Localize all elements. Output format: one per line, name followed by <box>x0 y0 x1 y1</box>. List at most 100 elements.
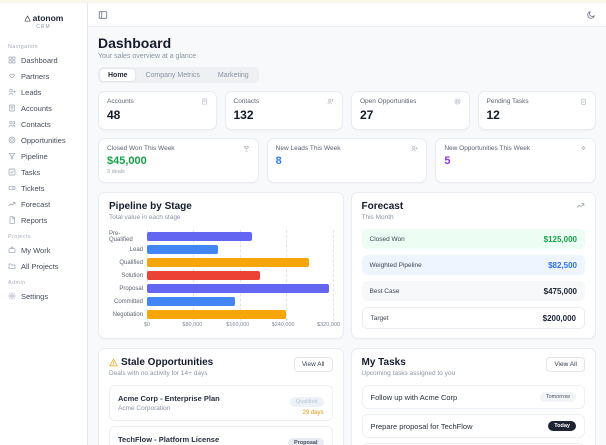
chart-subtitle: Total value in each stage <box>109 214 181 221</box>
y-tick: Lead <box>129 246 143 253</box>
target-icon <box>8 136 16 144</box>
sidebar-item-settings[interactable]: Settings <box>0 288 87 304</box>
sidebar-item-leads[interactable]: Leads <box>0 84 87 100</box>
tasks-list: Follow up with Acme Corp Tomorrow Prepar… <box>361 385 585 445</box>
sidebar-item-my-work[interactable]: My Work <box>0 242 87 258</box>
y-tick: Committed <box>113 298 143 305</box>
nav-section-projects: Projects <box>8 234 32 240</box>
stat-value: 48 <box>107 108 121 122</box>
users-icon <box>327 98 334 105</box>
stat-value: $45,000 <box>107 155 147 167</box>
nav-section-navigation: Navigation <box>8 44 38 50</box>
y-tick: Pre-Qualified <box>109 230 133 243</box>
forecast-label: Best Case <box>369 287 400 295</box>
y-tick: Proposal <box>119 285 143 292</box>
sidebar-item-label: Contacts <box>21 119 51 129</box>
sidebar-item-forecast[interactable]: Forecast <box>0 196 87 212</box>
main-area: Dashboard Your sales overview at a glanc… <box>88 3 606 445</box>
theme-toggle-moon-icon[interactable] <box>586 10 596 20</box>
building-icon <box>9 104 15 112</box>
stat-card-new-leads-week[interactable]: New Leads This Week 8 <box>266 138 428 183</box>
sidebar-item-label: All Projects <box>21 261 59 271</box>
sidebar-item-contacts[interactable]: Contacts <box>0 116 87 132</box>
days-stale: 29 days <box>302 410 324 416</box>
forecast-label: Closed Won <box>369 235 405 243</box>
y-tick: Qualified <box>119 259 143 266</box>
trophy-icon <box>243 145 249 152</box>
bar-proposal <box>147 284 329 293</box>
stale-list: Acme Corp - Enterprise Plan Acme Corpora… <box>109 385 333 445</box>
clipboard-icon <box>581 98 586 105</box>
forecast-value: $82,500 <box>548 260 577 270</box>
chart-x-axis: $0 $80,000 $160,000 $240,000 $320,000 <box>144 321 340 330</box>
y-tick: Solution <box>121 272 143 279</box>
sidebar-item-label: Accounts <box>21 103 52 113</box>
tab-home[interactable]: Home <box>100 69 136 81</box>
sidebar-item-accounts[interactable]: Accounts <box>0 100 87 116</box>
forecast-value: $475,000 <box>543 286 577 296</box>
stale-subtitle: Deals with no activity for 14+ days <box>109 370 208 377</box>
sidebar-item-tickets[interactable]: Tickets <box>0 180 87 196</box>
stat-card-accounts[interactable]: Accounts 48 <box>98 91 217 130</box>
my-tasks-panel: My Tasks Upcoming tasks assigned to you … <box>350 348 596 445</box>
task-item-followup-acme[interactable]: Follow up with Acme Corp Tomorrow <box>361 385 585 409</box>
sidebar-item-tasks[interactable]: Tasks <box>0 164 87 180</box>
building-icon <box>201 98 207 105</box>
stat-label: Pending Tasks <box>486 98 529 105</box>
stat-card-open-opportunities[interactable]: Open Opportunities 27 <box>351 91 470 130</box>
y-tick: Negotiation <box>112 311 143 318</box>
stat-value: 12 <box>486 108 500 122</box>
trending-up-icon <box>576 203 585 208</box>
dashboard-tabs: Home Company Metrics Marketing <box>98 67 259 83</box>
stat-value: 27 <box>360 108 374 122</box>
due-badge: Today <box>548 421 576 431</box>
forecast-rows: Closed Won $125,000 Weighted Pipeline $8… <box>361 229 585 329</box>
sidebar-item-all-projects[interactable]: All Projects <box>0 258 87 274</box>
task-title: Follow up with Acme Corp <box>370 392 458 402</box>
tab-company-metrics[interactable]: Company Metrics <box>137 69 207 81</box>
logo-text: atonom <box>32 13 64 23</box>
sidebar-toggle-icon[interactable] <box>98 10 108 20</box>
stale-item-techflow[interactable]: TechFlow - Platform License TechFlow Sol… <box>109 426 333 445</box>
sidebar-item-opportunities[interactable]: Opportunities <box>0 132 87 148</box>
stale-view-all-button[interactable]: View All <box>293 357 333 372</box>
briefcase-icon <box>8 246 16 253</box>
stat-card-closed-won-week[interactable]: Closed Won This Week $45,000 3 deals <box>98 138 259 183</box>
users-icon <box>8 121 16 128</box>
logo-subtext: CRM <box>36 24 51 30</box>
chart-plot-area: $0 $80,000 $160,000 $240,000 $320,000 <box>144 230 340 330</box>
highlight-cards-row: Closed Won This Week $45,000 3 deals New… <box>98 138 596 183</box>
forecast-label: Target <box>370 314 389 322</box>
tab-marketing[interactable]: Marketing <box>210 69 257 81</box>
forecast-title: Forecast <box>361 201 404 212</box>
tasks-title: My Tasks <box>361 357 406 368</box>
sidebar-item-reports[interactable]: Reports <box>0 212 87 228</box>
warning-triangle-icon <box>109 358 118 367</box>
sidebar-item-label: Reports <box>21 215 48 225</box>
gear-icon <box>8 292 16 300</box>
pipeline-by-stage-panel: Pipeline by Stage Total value in each st… <box>98 192 344 339</box>
stat-card-new-opportunities-week[interactable]: New Opportunities This Week 5 <box>435 138 596 183</box>
due-badge: Tomorrow <box>539 392 576 402</box>
sidebar-item-label: Partners <box>21 71 50 81</box>
page-title: Dashboard <box>98 35 172 51</box>
stale-item-acme[interactable]: Acme Corp - Enterprise Plan Acme Corpora… <box>109 385 333 421</box>
sidebar-item-partners[interactable]: Partners <box>0 68 87 84</box>
user-plus-icon <box>411 145 419 152</box>
task-item-proposal-techflow[interactable]: Prepare proposal for TechFlow Today <box>361 414 585 438</box>
sidebar-item-dashboard[interactable]: Dashboard <box>0 52 87 68</box>
stat-card-pending-tasks[interactable]: Pending Tasks 12 <box>477 91 596 130</box>
sidebar-item-pipeline[interactable]: Pipeline <box>0 148 87 164</box>
stat-subtext <box>276 169 419 175</box>
stat-card-contacts[interactable]: Contacts 132 <box>224 91 343 130</box>
tasks-view-all-button[interactable]: View All <box>546 357 585 372</box>
forecast-value: $125,000 <box>543 234 577 244</box>
dashboard-content: Dashboard Your sales overview at a glanc… <box>88 27 606 445</box>
ticket-icon <box>8 186 16 190</box>
stat-subtext <box>444 169 587 175</box>
sidebar-item-label: Tickets <box>21 183 45 193</box>
topbar <box>88 3 606 27</box>
middle-panels-row: Pipeline by Stage Total value in each st… <box>98 192 596 339</box>
file-icon <box>9 216 15 224</box>
x-tick: $320,000 <box>317 322 340 328</box>
